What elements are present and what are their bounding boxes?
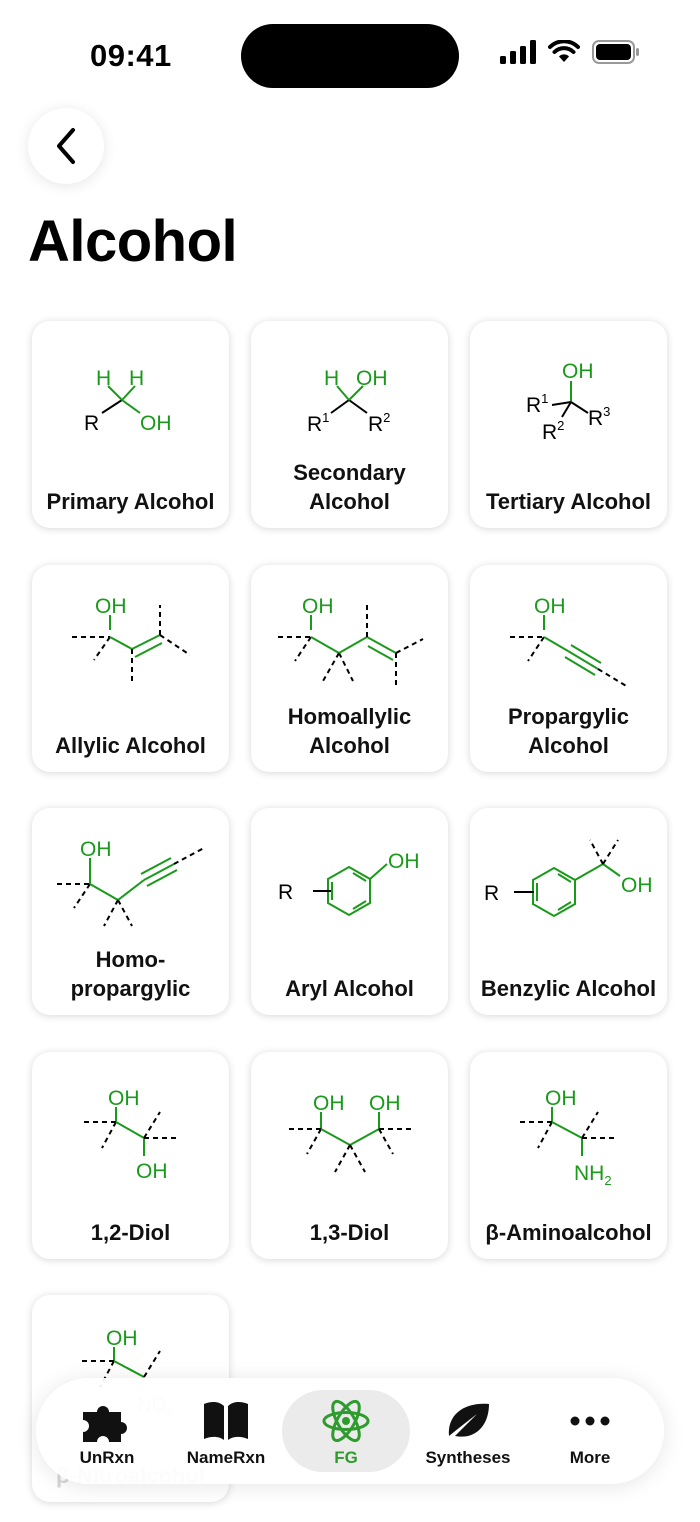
battery-icon — [592, 40, 639, 64]
svg-text:OH: OH — [313, 1092, 345, 1115]
svg-text:R: R — [84, 412, 99, 435]
puzzle-icon — [83, 1406, 127, 1442]
tab-bar: UnRxn NameRxn FG Syntheses More — [36, 1378, 664, 1484]
tab-more[interactable]: More — [531, 1390, 649, 1472]
svg-text:OH: OH — [95, 595, 127, 618]
wifi-icon — [548, 40, 580, 62]
aryl-alcohol-structure: OH R — [278, 850, 420, 917]
back-button[interactable] — [28, 108, 104, 184]
card-label: 1,2-Diol — [90, 1220, 171, 1245]
tab-namerxn[interactable]: NameRxn — [167, 1390, 285, 1472]
card-primary-alcohol[interactable]: R OH H H Primary Alcohol — [32, 321, 229, 528]
status-icons — [500, 40, 640, 64]
card-secondary-alcohol[interactable]: R1 R2 H OH Secondary Alcohol — [251, 321, 448, 528]
card-label: Aryl Alcohol — [285, 976, 414, 1001]
svg-text:R2: R2 — [542, 418, 564, 444]
atom-icon — [322, 1399, 370, 1443]
svg-text:R2: R2 — [368, 410, 390, 436]
card-label: Propargylic Alcohol — [507, 704, 630, 758]
1-3-diol-structure: OH OH — [289, 1092, 411, 1173]
svg-text:OH: OH — [369, 1092, 401, 1115]
svg-text:OH: OH — [621, 874, 653, 897]
svg-text:NH2: NH2 — [574, 1162, 612, 1188]
card-label: Homo-propargylic — [70, 947, 191, 1001]
card-label: Benzylic Alcohol — [480, 976, 657, 1001]
svg-text:R: R — [484, 882, 499, 905]
card-label: β-Aminoalcohol — [485, 1220, 652, 1245]
svg-text:OH: OH — [562, 360, 594, 383]
svg-text:OH: OH — [534, 595, 566, 618]
status-time: 09:41 — [90, 38, 172, 73]
tab-label: NameRxn — [186, 1448, 266, 1467]
card-aryl-alcohol[interactable]: OH R Aryl Alcohol — [251, 808, 448, 1015]
benzylic-alcohol-structure: OH R — [484, 839, 653, 918]
svg-text:OH: OH — [136, 1160, 168, 1183]
card-homopropargylic-alcohol[interactable]: OH Homo-propargylic — [32, 808, 229, 1015]
card-beta-aminoalcohol[interactable]: OH NH2 β-Aminoalcohol — [470, 1052, 667, 1259]
book-icon — [204, 1401, 248, 1440]
svg-text:R3: R3 — [588, 404, 610, 430]
card-homoallylic-alcohol[interactable]: OH Homoallylic Alcohol — [251, 565, 448, 772]
chevron-left-icon — [57, 128, 75, 164]
svg-text:OH: OH — [356, 367, 388, 390]
svg-text:OH: OH — [106, 1327, 138, 1350]
card-1-3-diol[interactable]: OH OH 1,3-Diol — [251, 1052, 448, 1259]
card-label: Tertiary Alcohol — [485, 489, 652, 514]
tab-label: Syntheses — [425, 1448, 511, 1467]
card-benzylic-alcohol[interactable]: OH R Benzylic Alcohol — [470, 808, 667, 1015]
tertiary-alcohol-structure: OH R1 R3 R2 — [526, 360, 610, 444]
secondary-alcohol-structure: R1 R2 H OH — [307, 367, 390, 436]
leaf-icon — [448, 1403, 489, 1437]
svg-text:H: H — [96, 367, 111, 390]
svg-text:R1: R1 — [526, 391, 548, 417]
propargylic-alcohol-structure: OH — [510, 595, 629, 688]
primary-alcohol-structure: R OH H H — [84, 367, 172, 435]
card-label: Primary Alcohol — [46, 489, 215, 514]
svg-text:OH: OH — [388, 850, 420, 873]
card-tertiary-alcohol[interactable]: OH R1 R3 R2 Tertiary Alcohol — [470, 321, 667, 528]
dynamic-island — [241, 24, 459, 88]
card-label: 1,3-Diol — [309, 1220, 390, 1245]
svg-text:H: H — [324, 367, 339, 390]
tab-label: FG — [334, 1448, 358, 1467]
card-label: Homoallylic Alcohol — [287, 704, 412, 758]
page-title: Alcohol — [28, 209, 238, 274]
1-2-diol-structure: OH OH — [84, 1087, 178, 1183]
homopropargylic-alcohol-structure: OH — [57, 838, 205, 927]
svg-text:OH: OH — [302, 595, 334, 618]
allylic-alcohol-structure: OH — [72, 595, 191, 685]
card-label: Secondary Alcohol — [293, 460, 406, 514]
svg-text:H: H — [129, 367, 144, 390]
tab-unrxn[interactable]: UnRxn — [48, 1390, 166, 1472]
svg-text:OH: OH — [140, 412, 172, 435]
card-label: Allylic Alcohol — [55, 733, 206, 758]
svg-text:OH: OH — [108, 1087, 140, 1110]
card-1-2-diol[interactable]: OH OH 1,2-Diol — [32, 1052, 229, 1259]
svg-text:OH: OH — [80, 838, 112, 861]
tab-syntheses[interactable]: Syntheses — [409, 1390, 527, 1472]
card-propargylic-alcohol[interactable]: OH Propargylic Alcohol — [470, 565, 667, 772]
ellipsis-icon — [570, 1416, 610, 1426]
cellular-signal-icon — [500, 40, 536, 64]
homoallylic-alcohol-structure: OH — [278, 595, 424, 687]
status-bar: 09:41 — [0, 0, 700, 110]
card-allylic-alcohol[interactable]: OH Allylic Alcohol — [32, 565, 229, 772]
tab-label: UnRxn — [79, 1448, 135, 1467]
svg-text:R: R — [278, 881, 293, 904]
beta-aminoalcohol-structure: OH NH2 — [520, 1087, 616, 1188]
svg-text:OH: OH — [545, 1087, 577, 1110]
svg-text:R1: R1 — [307, 410, 329, 436]
tab-fg[interactable]: FG — [282, 1390, 410, 1472]
tab-label: More — [569, 1448, 611, 1467]
